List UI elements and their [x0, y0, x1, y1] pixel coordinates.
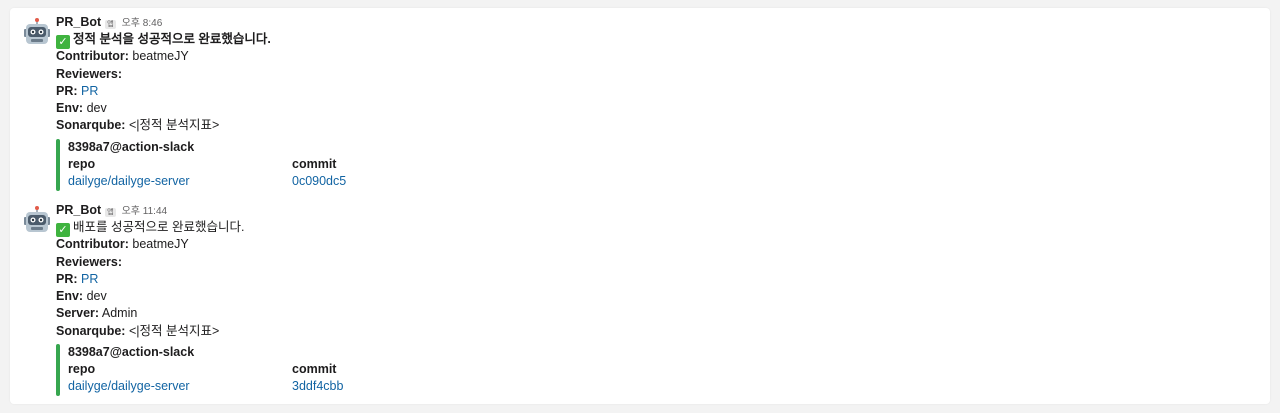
contributor-line: Contributor: beatmeJY [56, 48, 1256, 65]
sonarqube-value: <|정적 분석지표> [128, 323, 220, 338]
field-title: commit [292, 362, 337, 377]
field-repo: repo dailyge/dailyge-server [68, 156, 288, 190]
white-check-mark-icon: ✓ [56, 223, 70, 237]
field-commit: commit 0c090dc5 [292, 156, 512, 190]
status-line: ✓ 정적 분석을 성공적으로 완료했습니다. [56, 31, 1256, 49]
commit-link[interactable]: 0c090dc5 [292, 173, 512, 190]
sonarqube-line: Sonarqube: <|정적 분석지표> [56, 117, 1256, 134]
repo-link[interactable]: dailyge/dailyge-server [68, 378, 288, 395]
message-content: PR_Bot 앱 오후 11:44 ✓ 배포를 성공적으로 완료했습니다. Con… [56, 202, 1256, 397]
env-label: Env: [56, 101, 84, 116]
reviewers-label: Reviewers: [56, 66, 123, 81]
field-title: repo [68, 156, 96, 171]
env-label: Env: [56, 289, 84, 304]
contributor-label: Contributor: [56, 49, 129, 64]
env-value: dev [86, 289, 107, 304]
robot-face-icon[interactable] [22, 18, 52, 48]
attachment-color-bar [56, 138, 60, 191]
pr-label: PR: [56, 271, 78, 286]
robot-face-icon[interactable] [22, 206, 52, 236]
attachment-fields: repo dailyge/dailyge-server commit 3ddf4… [68, 361, 1256, 396]
timestamp[interactable]: 오후 11:44 [122, 203, 167, 220]
field-title: commit [292, 156, 337, 171]
pr-line: PR: PR [56, 271, 1256, 288]
commit-link[interactable]: 3ddf4cbb [292, 378, 512, 395]
timestamp[interactable]: 오후 8:46 [122, 15, 163, 32]
env-line: Env: dev [56, 100, 1256, 117]
pr-line: PR: PR [56, 83, 1256, 100]
app-badge: 앱 [105, 208, 116, 217]
sonarqube-label: Sonarqube: [56, 118, 126, 133]
repo-link[interactable]: dailyge/dailyge-server [68, 173, 288, 190]
reviewers-label: Reviewers: [56, 254, 123, 269]
sender-name[interactable]: PR_Bot [56, 202, 101, 219]
pr-link[interactable]: PR [81, 272, 98, 286]
server-line: Server: Admin [56, 305, 1256, 322]
message-header: PR_Bot 앱 오후 8:46 [56, 14, 1256, 31]
field-repo: repo dailyge/dailyge-server [68, 361, 288, 395]
status-text: 배포를 성공적으로 완료했습니다. [73, 220, 245, 234]
contributor-value: beatmeJY [132, 237, 189, 252]
attachment-title: 8398a7@action-slack [68, 139, 195, 154]
attachment-title: 8398a7@action-slack [68, 345, 195, 360]
contributor-value: beatmeJY [132, 49, 189, 64]
contributor-label: Contributor: [56, 237, 129, 252]
attachment-color-bar [56, 344, 60, 397]
message-content: PR_Bot 앱 오후 8:46 ✓ 정적 분석을 성공적으로 완료했습니다. C… [56, 14, 1256, 191]
attachment-fields: repo dailyge/dailyge-server commit 0c090… [68, 156, 1256, 191]
server-value: Admin [101, 306, 138, 321]
attachment: 8398a7@action-slack repo dailyge/dailyge… [56, 344, 1256, 397]
app-badge: 앱 [105, 20, 116, 29]
env-line: Env: dev [56, 288, 1256, 305]
field-commit: commit 3ddf4cbb [292, 361, 512, 395]
env-value: dev [86, 101, 107, 116]
status-line: ✓ 배포를 성공적으로 완료했습니다. [56, 219, 1256, 237]
sonarqube-line: Sonarqube: <|정적 분석지표> [56, 323, 1256, 340]
status-text: 정적 분석을 성공적으로 완료했습니다. [73, 32, 271, 46]
pr-link[interactable]: PR [81, 84, 98, 98]
sender-name[interactable]: PR_Bot [56, 14, 101, 31]
field-title: repo [68, 362, 96, 377]
message-list: PR_Bot 앱 오후 8:46 ✓ 정적 분석을 성공적으로 완료했습니다. C… [10, 8, 1270, 404]
reviewers-line: Reviewers: [56, 66, 1256, 83]
white-check-mark-icon: ✓ [56, 35, 70, 49]
sonarqube-label: Sonarqube: [56, 323, 126, 338]
message-header: PR_Bot 앱 오후 11:44 [56, 202, 1256, 219]
reviewers-line: Reviewers: [56, 254, 1256, 271]
pr-label: PR: [56, 83, 78, 98]
attachment: 8398a7@action-slack repo dailyge/dailyge… [56, 138, 1256, 191]
sonarqube-value: <|정적 분석지표> [128, 118, 220, 133]
server-label: Server: [56, 306, 100, 321]
contributor-line: Contributor: beatmeJY [56, 236, 1256, 253]
